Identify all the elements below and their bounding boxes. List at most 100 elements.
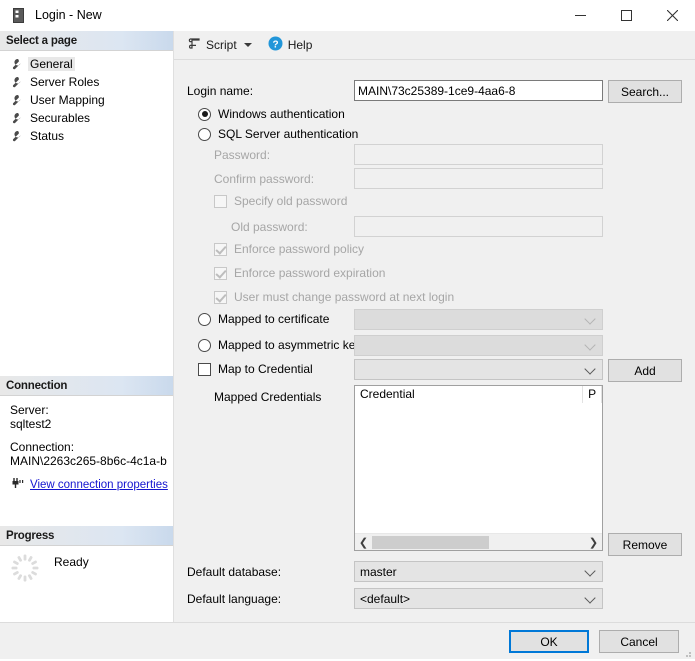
credential-combobox[interactable] [354, 359, 603, 380]
add-credential-button[interactable]: Add [608, 359, 682, 382]
default-language-label-row: Default language: [187, 592, 281, 606]
minimize-button[interactable] [557, 0, 603, 31]
confirm-password-label: Confirm password: [214, 172, 315, 186]
script-button[interactable]: Script [184, 34, 259, 56]
default-language-combobox[interactable]: <default> [354, 588, 603, 609]
progress-header: Progress [0, 526, 173, 546]
confirm-password-label-row: Confirm password: [214, 172, 314, 186]
mapped-to-asymmetric-key-radio[interactable] [198, 338, 211, 352]
mapped-credentials-listbox[interactable]: Credential P ❮ ❯ [354, 385, 603, 551]
sidebar-item-general[interactable]: General [0, 56, 173, 72]
certificate-combobox[interactable] [354, 309, 603, 330]
view-connection-properties-row[interactable]: View connection properties [0, 477, 173, 493]
asymmetric-key-combobox[interactable] [354, 335, 603, 356]
mapped-to-certificate-radio[interactable] [198, 312, 211, 326]
progress-status: Ready [54, 555, 89, 569]
user-must-change-password-checkbox[interactable] [214, 290, 227, 304]
ok-button[interactable]: OK [509, 630, 589, 653]
left-pane: Select a page General Server Roles User … [0, 31, 174, 622]
right-pane: Script ? Help Login name: Search... [174, 31, 695, 622]
specify-old-password-row[interactable]: Specify old password [214, 194, 347, 208]
connection-label: Connection: [10, 440, 75, 454]
wrench-icon [9, 112, 22, 125]
mapped-to-asymmetric-key-row[interactable]: Mapped to asymmetric key [198, 338, 361, 352]
enforce-password-policy-row[interactable]: Enforce password policy [214, 242, 364, 256]
toolbar: Script ? Help [174, 31, 695, 60]
help-label: Help [287, 38, 313, 52]
scrollbar-track[interactable] [372, 533, 585, 550]
enforce-password-policy-checkbox[interactable] [214, 242, 227, 256]
listbox-column-credential[interactable]: Credential [355, 386, 584, 403]
confirm-password-input[interactable] [354, 168, 603, 189]
sidebar-item-securables[interactable]: Securables [0, 110, 173, 126]
specify-old-password-checkbox[interactable] [214, 194, 227, 208]
sidebar-item-server-roles[interactable]: Server Roles [0, 74, 173, 90]
page-list: General Server Roles User Mapping Secura… [0, 51, 173, 146]
login-name-input[interactable] [354, 80, 603, 101]
remove-credential-button[interactable]: Remove [608, 533, 682, 556]
chevron-down-icon [584, 338, 596, 351]
connection-value: MAIN\2263c265-8b6c-4c1a-b [10, 454, 167, 468]
user-must-change-password-label: User must change password at next login [234, 290, 455, 304]
windows-authentication-radio[interactable] [198, 107, 211, 121]
wrench-icon [9, 94, 22, 107]
dialog-footer: OK Cancel [0, 622, 695, 659]
listbox-column-provider[interactable]: P [583, 386, 602, 403]
enforce-password-policy-label: Enforce password policy [234, 242, 365, 256]
sidebar-item-label: Server Roles [30, 75, 100, 89]
sql-server-authentication-radio-row[interactable]: SQL Server authentication [198, 127, 358, 141]
mapped-to-asymmetric-key-label: Mapped to asymmetric key [218, 338, 362, 352]
progress-block: Ready [0, 546, 173, 583]
old-password-input[interactable] [354, 216, 603, 237]
chevron-down-icon [584, 564, 596, 577]
login-name-label: Login name: [187, 84, 254, 98]
help-button[interactable]: ? Help [265, 34, 316, 56]
maximize-button[interactable] [603, 0, 649, 31]
sidebar-item-label: User Mapping [30, 93, 105, 107]
sidebar-item-status[interactable]: Status [0, 128, 173, 144]
password-label: Password: [214, 148, 271, 162]
dialog-body: Select a page General Server Roles User … [0, 31, 695, 622]
specify-old-password-label: Specify old password [234, 194, 348, 208]
password-input[interactable] [354, 144, 603, 165]
enforce-password-expiration-label: Enforce password expiration [234, 266, 386, 280]
sidebar-item-label: Securables [30, 111, 91, 125]
wrench-icon [9, 130, 22, 143]
select-a-page-header: Select a page [0, 31, 173, 51]
window-controls [557, 0, 695, 31]
password-label-row: Password: [214, 148, 270, 162]
sql-server-authentication-radio[interactable] [198, 127, 211, 141]
listbox-horizontal-scrollbar[interactable]: ❮ ❯ [355, 533, 602, 550]
enforce-password-expiration-checkbox[interactable] [214, 266, 227, 280]
mapped-to-certificate-row[interactable]: Mapped to certificate [198, 312, 329, 326]
window-title: Login - New [35, 8, 102, 22]
cancel-button[interactable]: Cancel [599, 630, 679, 653]
sidebar-item-user-mapping[interactable]: User Mapping [0, 92, 173, 108]
user-must-change-password-row[interactable]: User must change password at next login [214, 290, 454, 304]
enforce-password-expiration-row[interactable]: Enforce password expiration [214, 266, 385, 280]
help-circle-icon: ? [268, 36, 283, 54]
listbox-header-row: Credential P [355, 386, 602, 403]
map-to-credential-row[interactable]: Map to Credential [198, 362, 313, 376]
connection-header: Connection [0, 376, 173, 396]
map-to-credential-checkbox[interactable] [198, 362, 211, 376]
default-database-combobox[interactable]: master [354, 561, 603, 582]
search-button[interactable]: Search... [608, 80, 682, 103]
title-bar: Login - New [0, 0, 695, 31]
login-name-label-row: Login name: [187, 84, 253, 98]
view-connection-properties-link[interactable]: View connection properties [30, 479, 168, 491]
sidebar-item-label: General [28, 57, 75, 71]
mapped-credentials-label-row: Mapped Credentials [214, 390, 321, 404]
close-button[interactable] [649, 0, 695, 31]
server-value: sqltest2 [10, 417, 52, 431]
map-to-credential-label: Map to Credential [218, 362, 313, 376]
default-database-label-row: Default database: [187, 565, 281, 579]
chevron-down-icon[interactable] [243, 43, 252, 47]
general-page-form: Login name: Search... Windows authentica… [174, 60, 695, 622]
scrollbar-thumb[interactable] [372, 535, 490, 549]
scroll-right-arrow-icon[interactable]: ❯ [585, 534, 602, 551]
windows-authentication-radio-row[interactable]: Windows authentication [198, 107, 345, 121]
resize-grip-icon[interactable] [682, 647, 692, 657]
scroll-left-arrow-icon[interactable]: ❮ [355, 534, 372, 551]
chevron-down-icon [584, 591, 596, 604]
